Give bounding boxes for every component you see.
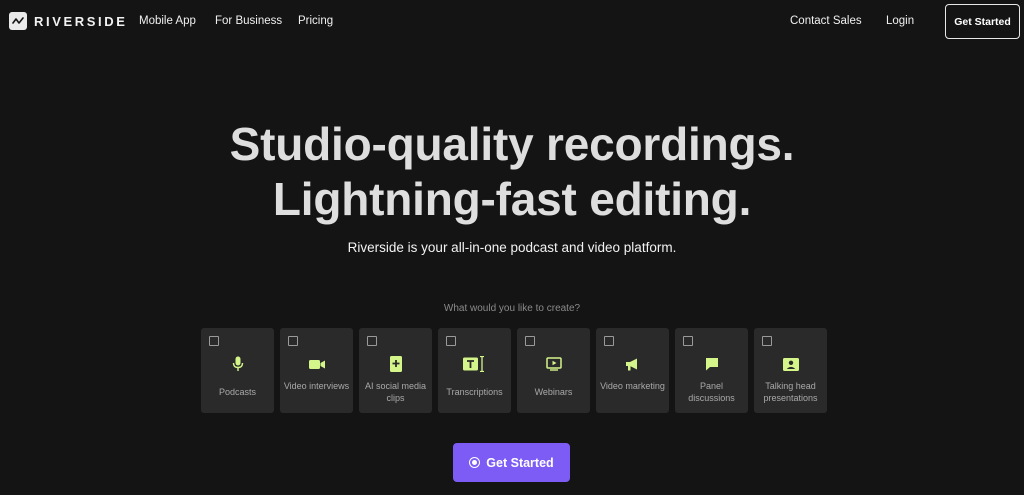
option-checkbox[interactable] xyxy=(446,336,456,346)
hero-subtitle: Riverside is your all-in-one podcast and… xyxy=(347,240,677,255)
option-label: Transcriptions xyxy=(446,387,503,397)
nav-link-mobile-app[interactable]: Mobile App xyxy=(139,15,196,27)
option-card-transcriptions[interactable]: Transcriptions xyxy=(438,328,511,413)
option-label: Webinars xyxy=(534,387,573,397)
option-card-panel-discussions[interactable]: Panel discussions xyxy=(675,328,748,413)
webinar-screen-icon xyxy=(517,356,590,372)
nav-link-pricing[interactable]: Pricing xyxy=(298,15,333,27)
create-prompt: What would you like to create? xyxy=(443,303,581,314)
option-card-video-interviews[interactable]: Video interviews xyxy=(280,328,353,413)
hero-title-line-2: Lightning-fast editing. xyxy=(272,173,752,225)
option-card-talking-head-presentations[interactable]: Talking head presentations xyxy=(754,328,827,413)
option-checkbox[interactable] xyxy=(525,336,535,346)
nav-get-started-button[interactable]: Get Started xyxy=(945,4,1020,39)
option-card-podcasts[interactable]: Podcasts xyxy=(201,328,274,413)
chat-bubble-icon xyxy=(675,356,748,372)
top-navbar: RIVERSIDE Mobile App For Business Pricin… xyxy=(0,0,1024,44)
option-label: Panel discussions xyxy=(688,381,735,403)
get-started-button[interactable]: Get Started xyxy=(453,443,570,482)
option-label: Video marketing xyxy=(600,381,665,391)
nav-link-login[interactable]: Login xyxy=(886,15,914,27)
video-camera-icon xyxy=(280,356,353,372)
option-checkbox[interactable] xyxy=(367,336,377,346)
get-started-label: Get Started xyxy=(486,455,554,470)
option-card-ai-social-media-clips[interactable]: AI social media clips xyxy=(359,328,432,413)
nav-link-for-business[interactable]: For Business xyxy=(215,15,282,27)
option-card-webinars[interactable]: Webinars xyxy=(517,328,590,413)
riverside-logo-icon xyxy=(9,12,27,30)
use-case-options: Podcasts Video interviews AI social medi… xyxy=(201,328,827,413)
presenter-icon xyxy=(754,356,827,372)
option-label: Podcasts xyxy=(218,387,257,397)
nav-link-contact-sales[interactable]: Contact Sales xyxy=(790,15,862,27)
option-checkbox[interactable] xyxy=(288,336,298,346)
megaphone-icon xyxy=(596,356,669,372)
hero-title-line-1: Studio-quality recordings. xyxy=(229,118,795,170)
ai-clip-icon xyxy=(359,356,432,372)
text-transcription-icon xyxy=(438,356,511,372)
option-label: Talking head presentations xyxy=(763,381,818,403)
option-checkbox[interactable] xyxy=(209,336,219,346)
option-checkbox[interactable] xyxy=(604,336,614,346)
option-label: AI social media clips xyxy=(364,381,427,403)
brand-logo[interactable]: RIVERSIDE xyxy=(9,12,127,30)
brand-name: RIVERSIDE xyxy=(34,13,128,29)
option-label: Video interviews xyxy=(283,381,350,391)
microphone-icon xyxy=(201,356,274,372)
record-icon xyxy=(469,457,481,468)
option-checkbox[interactable] xyxy=(762,336,772,346)
option-card-video-marketing[interactable]: Video marketing xyxy=(596,328,669,413)
option-checkbox[interactable] xyxy=(683,336,693,346)
